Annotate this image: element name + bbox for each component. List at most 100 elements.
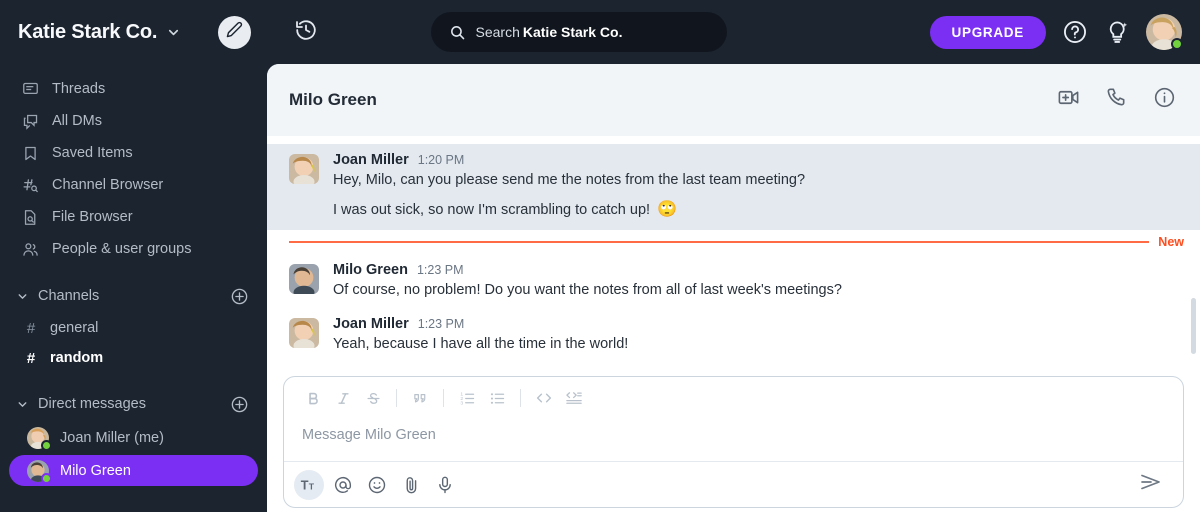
all-dms-icon xyxy=(21,112,39,130)
status-dot-online xyxy=(41,439,52,451)
blockquote-button[interactable] xyxy=(405,383,435,413)
italic-button[interactable] xyxy=(328,383,358,413)
people-icon xyxy=(21,240,39,258)
conversation-panel: Milo Green Joan Miller 1:20 PM Hey, Milo… xyxy=(267,64,1200,512)
workspace-header[interactable]: Katie Stark Co. xyxy=(0,0,267,64)
formatting-toolbar: 123 xyxy=(284,377,1183,419)
svg-text:T: T xyxy=(308,481,314,491)
phone-icon[interactable] xyxy=(1105,86,1128,114)
page-title: Milo Green xyxy=(289,90,377,109)
sidebar-item-threads[interactable]: Threads xyxy=(0,73,267,105)
message-timestamp: 1:23 PM xyxy=(416,263,464,277)
user-avatar xyxy=(289,154,319,184)
message-text: Yeah, because I have all the time in the… xyxy=(333,336,629,352)
message-list-scrollbar[interactable] xyxy=(1191,298,1196,354)
at-mention-icon[interactable] xyxy=(328,470,358,500)
status-dot-online xyxy=(41,472,52,484)
sidebar-item-file-browser[interactable]: File Browser xyxy=(0,201,267,233)
avatar xyxy=(27,459,52,484)
user-avatar xyxy=(289,318,319,348)
compose-button[interactable] xyxy=(218,15,251,49)
user-avatar-button[interactable] xyxy=(1145,14,1183,50)
bulleted-list-button[interactable] xyxy=(482,383,512,413)
message-timestamp: 1:20 PM xyxy=(417,153,465,167)
avatar xyxy=(289,154,319,184)
message-text: Hey, Milo, can you please send me the no… xyxy=(333,172,806,188)
strikethrough-button[interactable] xyxy=(358,383,388,413)
chat-header-actions xyxy=(1057,86,1176,114)
channel-label: random xyxy=(50,350,104,366)
code-button[interactable] xyxy=(529,383,559,413)
message-meta: Milo Green 1:23 PM xyxy=(333,262,1176,278)
workspace-name: Katie Stark Co. xyxy=(18,20,158,43)
user-avatar xyxy=(289,264,319,294)
dm-label: Joan Miller (me) xyxy=(60,429,164,446)
help-circle-icon[interactable] xyxy=(1062,19,1088,45)
chevron-down-icon[interactable] xyxy=(16,398,30,411)
dm-section-header[interactable]: Direct messages xyxy=(0,387,267,421)
sidebar-nav: Threads All DMs Saved Items Channel Brow… xyxy=(0,64,267,265)
lightbulb-sparkle-icon[interactable] xyxy=(1104,19,1130,45)
channel-label: general xyxy=(50,320,99,336)
chevron-down-icon[interactable] xyxy=(166,25,181,40)
text-format-icon[interactable]: TT xyxy=(294,469,324,500)
plus-circle-icon[interactable] xyxy=(230,287,249,306)
composer-zone: 123 Message Milo Green T T xyxy=(267,368,1200,512)
bold-button[interactable] xyxy=(298,383,328,413)
code-block-button[interactable] xyxy=(559,383,589,413)
message-input-placeholder: Message Milo Green xyxy=(302,427,436,443)
sidebar-item-label: Saved Items xyxy=(52,145,133,161)
message-body: Joan Miller 1:23 PM Yeah, because I have… xyxy=(333,316,1176,354)
channels-section-title: Channels xyxy=(38,288,100,304)
send-arrow-icon xyxy=(1139,470,1163,499)
emoji-smiley-icon[interactable] xyxy=(362,470,392,500)
message-text: Of course, no problem! Do you want the n… xyxy=(333,282,842,298)
channel-browser-icon xyxy=(21,176,39,194)
toolbar-divider xyxy=(443,389,444,407)
channels-section-header[interactable]: Channels xyxy=(0,279,267,313)
microphone-icon[interactable] xyxy=(430,470,460,500)
avatar xyxy=(289,264,319,294)
threads-icon xyxy=(21,80,39,98)
dm-label: Milo Green xyxy=(60,462,131,479)
message-row-continuation: I was out sick, so now I'm scrambling to… xyxy=(267,198,1200,230)
ordered-list-button[interactable]: 123 xyxy=(452,383,482,413)
pencil-icon xyxy=(226,21,243,43)
search-icon xyxy=(449,24,466,41)
message-meta: Joan Miller 1:20 PM xyxy=(333,152,1176,168)
upgrade-button[interactable]: UPGRADE xyxy=(929,15,1046,49)
message-body: Milo Green 1:23 PM Of course, no problem… xyxy=(333,262,1176,300)
message-author: Milo Green xyxy=(333,262,408,278)
toolbar-divider xyxy=(520,389,521,407)
channel-item-random[interactable]: # random xyxy=(0,343,267,373)
slack-like-chat-app: Katie Stark Co. Threads All DMs Saved It… xyxy=(0,0,1200,512)
channel-item-general[interactable]: # general xyxy=(0,313,267,343)
composer-actions: TT xyxy=(284,461,1183,507)
message-text: I was out sick, so now I'm scrambling to… xyxy=(333,202,651,218)
dm-item-milo-green[interactable]: Milo Green xyxy=(9,455,258,486)
bookmark-icon xyxy=(21,144,39,162)
file-browser-icon xyxy=(21,208,39,226)
dm-item-joan-miller[interactable]: Joan Miller (me) xyxy=(9,422,258,453)
sidebar-item-channel-browser[interactable]: Channel Browser xyxy=(0,169,267,201)
dm-section-title: Direct messages xyxy=(38,396,146,412)
message-body: Joan Miller 1:20 PM Hey, Milo, can you p… xyxy=(333,152,1176,190)
message-input[interactable]: Message Milo Green xyxy=(284,419,1183,461)
message-row: Joan Miller 1:23 PM Yeah, because I have… xyxy=(267,308,1200,362)
status-dot-online xyxy=(1170,38,1183,50)
sidebar-item-saved-items[interactable]: Saved Items xyxy=(0,137,267,169)
new-badge: New xyxy=(1158,235,1184,249)
paperclip-icon[interactable] xyxy=(396,470,426,500)
message-composer: 123 Message Milo Green T T xyxy=(283,376,1184,508)
chevron-down-icon[interactable] xyxy=(16,290,30,303)
sidebar-item-people[interactable]: People & user groups xyxy=(0,233,267,265)
history-button[interactable] xyxy=(283,18,329,47)
sidebar-item-all-dms[interactable]: All DMs xyxy=(0,105,267,137)
plus-circle-icon[interactable] xyxy=(230,395,249,414)
video-call-icon[interactable] xyxy=(1057,86,1080,114)
info-circle-icon[interactable] xyxy=(1153,86,1176,114)
svg-text:3: 3 xyxy=(460,400,463,406)
search-input[interactable]: Search Katie Stark Co. xyxy=(430,12,727,52)
send-button[interactable] xyxy=(1139,470,1169,499)
new-messages-divider: New xyxy=(267,230,1200,254)
